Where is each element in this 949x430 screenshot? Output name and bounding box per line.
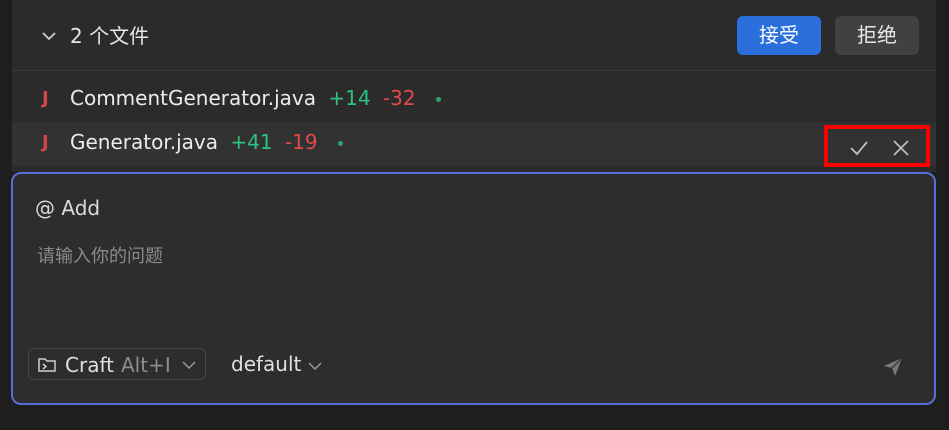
check-icon[interactable]: [848, 137, 870, 159]
modified-dot-icon: [337, 141, 343, 146]
file-row[interactable]: J CommentGenerator.java +14 -32: [12, 78, 936, 122]
terminal-icon: [38, 358, 56, 372]
file-row[interactable]: J Generator.java +41 -19: [12, 122, 936, 167]
lines-added: +41: [230, 130, 273, 154]
file-name: CommentGenerator.java: [70, 86, 316, 110]
java-file-icon: J: [42, 132, 49, 153]
chevron-down-icon[interactable]: [40, 27, 58, 45]
file-name: Generator.java: [70, 130, 218, 154]
mode-label: Craft: [65, 353, 114, 377]
chevron-down-icon: [182, 361, 196, 370]
model-selector[interactable]: default: [231, 352, 301, 376]
chevron-down-icon[interactable]: [308, 360, 322, 372]
chat-composer: @ Add Craft Alt+I default: [11, 172, 936, 405]
modified-dot-icon: [435, 97, 441, 102]
changed-files-panel: 2 个文件 接受 拒绝 J CommentGenerator.java +14 …: [12, 0, 936, 172]
send-icon[interactable]: [881, 355, 905, 379]
add-context-button[interactable]: @ Add: [35, 196, 100, 220]
file-count-label: 2 个文件: [70, 24, 150, 48]
accept-all-button[interactable]: 接受: [737, 16, 821, 55]
java-file-icon: J: [42, 88, 49, 109]
file-row-actions: [824, 125, 930, 167]
lines-removed: -19: [284, 130, 318, 154]
close-icon[interactable]: [890, 137, 912, 159]
mode-shortcut: Alt+I: [121, 353, 171, 377]
mode-selector[interactable]: Craft Alt+I: [28, 348, 206, 380]
changes-header: 2 个文件 接受 拒绝: [12, 0, 936, 71]
prompt-input[interactable]: [35, 240, 899, 272]
lines-removed: -32: [382, 86, 416, 110]
reject-all-button[interactable]: 拒绝: [835, 16, 919, 55]
lines-added: +14: [328, 86, 371, 110]
